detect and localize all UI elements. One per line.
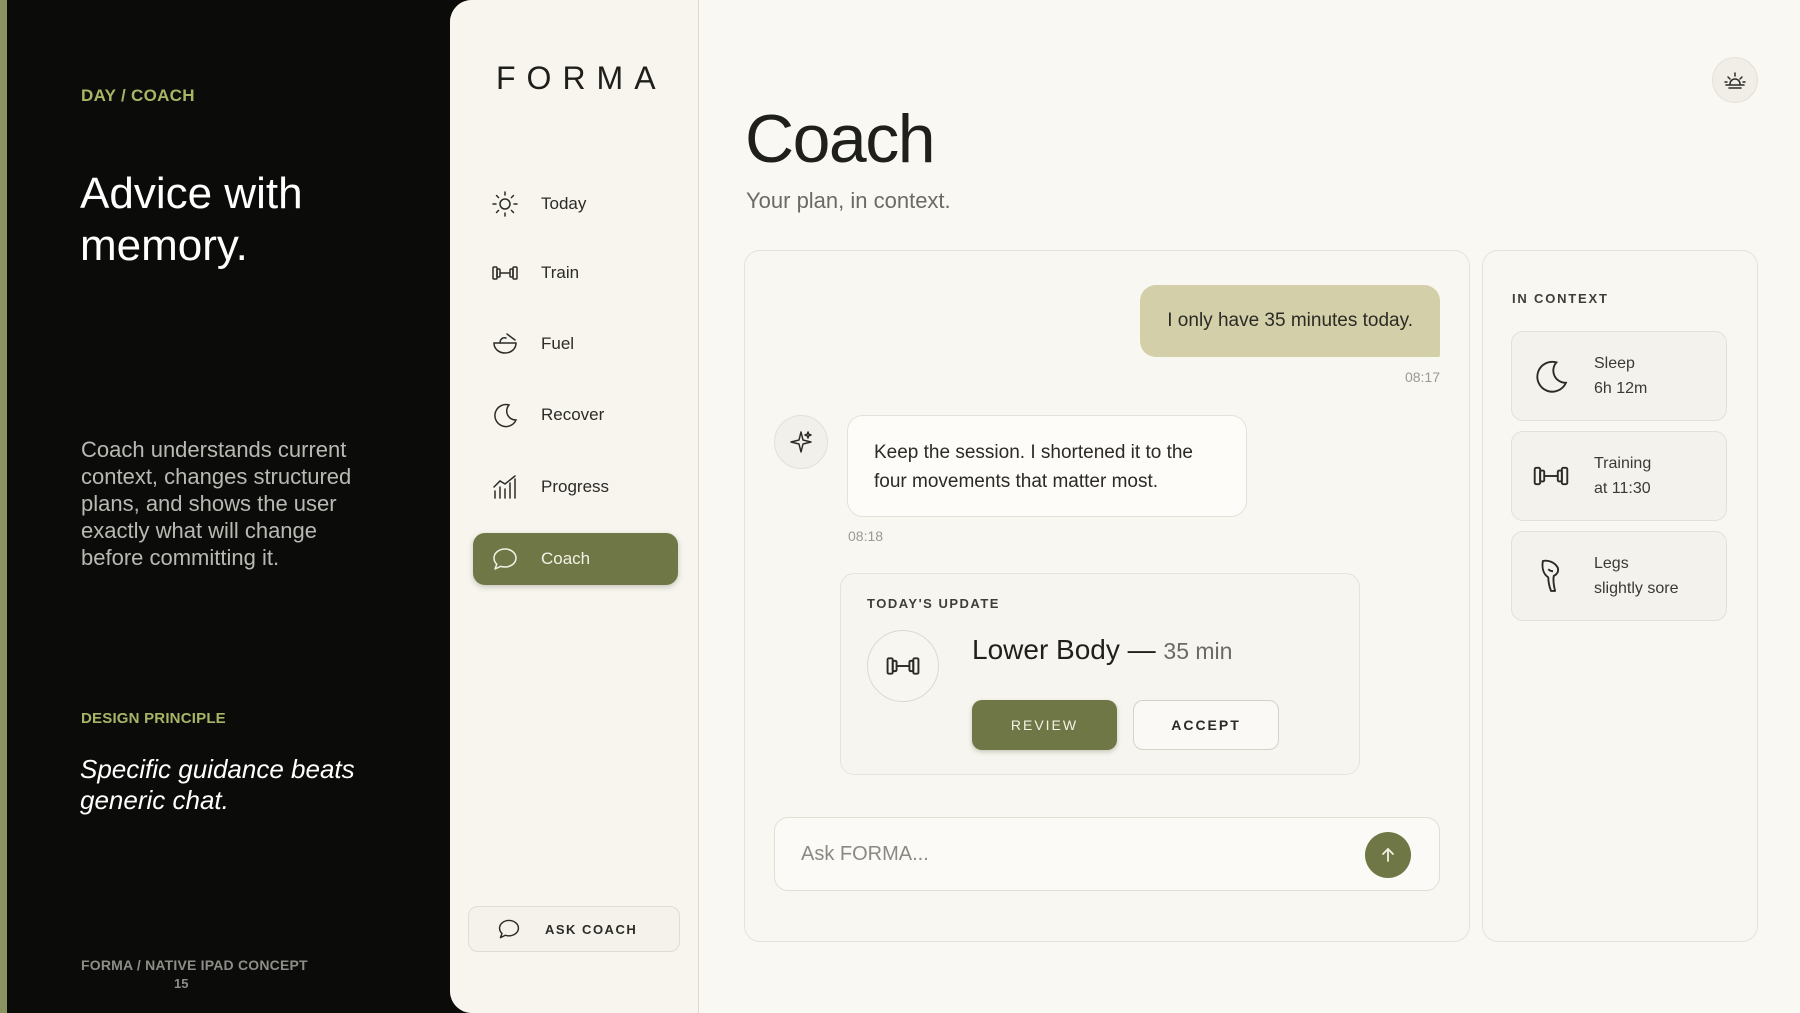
dumbbell-icon: [1533, 466, 1569, 486]
principle-text: Specific guidance beats generic chat.: [80, 754, 355, 815]
update-icon-circle: [867, 630, 939, 702]
ask-coach-button[interactable]: ASK COACH: [468, 906, 680, 952]
breadcrumb: DAY / COACH: [81, 86, 195, 105]
user-message-bubble: I only have 35 minutes today.: [1140, 285, 1440, 357]
nav-label: Recover: [541, 405, 605, 424]
context-title: Training: [1594, 455, 1652, 472]
app-window: FORMA Today Train Fuel Recover Progress …: [450, 0, 1800, 1013]
leg-icon: [1541, 559, 1560, 592]
slide-headline: Advice with memory.: [80, 169, 303, 270]
message-timestamp: 08:18: [848, 528, 884, 544]
sparkle-icon: [790, 431, 812, 453]
dumbbell-icon: [492, 266, 518, 280]
message-timestamp: 08:17: [1404, 369, 1440, 385]
workout-name: Lower Body —: [972, 634, 1156, 665]
nav-item-today[interactable]: Today: [473, 178, 678, 230]
page-number: 15: [174, 976, 189, 991]
chart-icon: [493, 475, 516, 499]
chat-bubble-icon: [493, 548, 517, 570]
nav-item-train[interactable]: Train: [473, 247, 678, 299]
context-title: Legs: [1594, 555, 1629, 572]
workout-duration: 35 min: [1163, 638, 1233, 664]
slide-footer: FORMA / NATIVE IPAD CONCEPT: [81, 957, 308, 973]
moon-icon: [494, 403, 518, 428]
nav-label: Coach: [541, 549, 591, 568]
context-value: at 11:30: [1594, 480, 1651, 497]
nav-label: Fuel: [541, 334, 575, 353]
page-subtitle: Your plan, in context.: [746, 188, 951, 213]
sidebar: FORMA Today Train Fuel Recover Progress …: [450, 0, 699, 1013]
nav-item-coach[interactable]: Coach: [473, 533, 678, 585]
context-item-legs: Legs slightly sore: [1511, 531, 1727, 621]
chat-panel: I only have 35 minutes today. 08:17 Keep…: [744, 250, 1470, 942]
nav-label: Progress: [541, 477, 610, 496]
main-content: Coach Your plan, in context. I only have…: [699, 0, 1800, 1013]
context-title: Sleep: [1594, 355, 1635, 372]
send-button[interactable]: [1365, 832, 1411, 878]
bowl-icon: [493, 333, 517, 354]
context-item-sleep: Sleep 6h 12m: [1511, 331, 1727, 421]
context-value: 6h 12m: [1594, 380, 1648, 397]
nav-label: Train: [541, 263, 580, 282]
coach-avatar: [774, 415, 828, 469]
nav-item-progress[interactable]: Progress: [473, 461, 678, 513]
nav-label: Today: [541, 194, 587, 213]
slide-description: Coach understands current context, chang…: [81, 437, 352, 570]
todays-update-card: TODAY'S UPDATE Lower Body — 35 min REVIE…: [840, 573, 1360, 775]
review-button[interactable]: REVIEW: [972, 700, 1117, 750]
sun-icon: [492, 191, 518, 217]
context-label: IN CONTEXT: [1512, 291, 1609, 306]
context-item-training: Training at 11:30: [1511, 431, 1727, 521]
update-title: Lower Body — 35 min: [972, 634, 1232, 666]
page-title: Coach: [745, 101, 936, 177]
arrow-up-icon: [1382, 848, 1394, 862]
moon-icon: [1536, 360, 1568, 393]
ask-forma-input[interactable]: [801, 818, 1361, 890]
ask-coach-label: ASK COACH: [545, 921, 638, 937]
context-value: slightly sore: [1594, 580, 1679, 597]
accept-button[interactable]: ACCEPT: [1133, 700, 1279, 750]
chat-input-container: [774, 817, 1440, 891]
slide-panel: DAY / COACH Advice with memory. Coach un…: [0, 0, 455, 1013]
coach-message-bubble: Keep the session. I shortened it to the …: [847, 415, 1247, 517]
chat-bubble-icon: [498, 919, 520, 939]
principle-label: DESIGN PRINCIPLE: [81, 710, 226, 727]
nav-item-recover[interactable]: Recover: [473, 389, 678, 441]
context-panel: IN CONTEXT Sleep 6h 12m Training at 11:3…: [1482, 250, 1758, 942]
app-logo: FORMA: [496, 60, 667, 96]
theme-toggle-button[interactable]: [1712, 57, 1758, 103]
sunrise-icon: [1724, 72, 1746, 89]
nav-item-fuel[interactable]: Fuel: [473, 318, 678, 370]
accent-bar: [0, 0, 7, 1013]
update-label: TODAY'S UPDATE: [867, 596, 1000, 611]
dumbbell-icon: [886, 657, 920, 675]
